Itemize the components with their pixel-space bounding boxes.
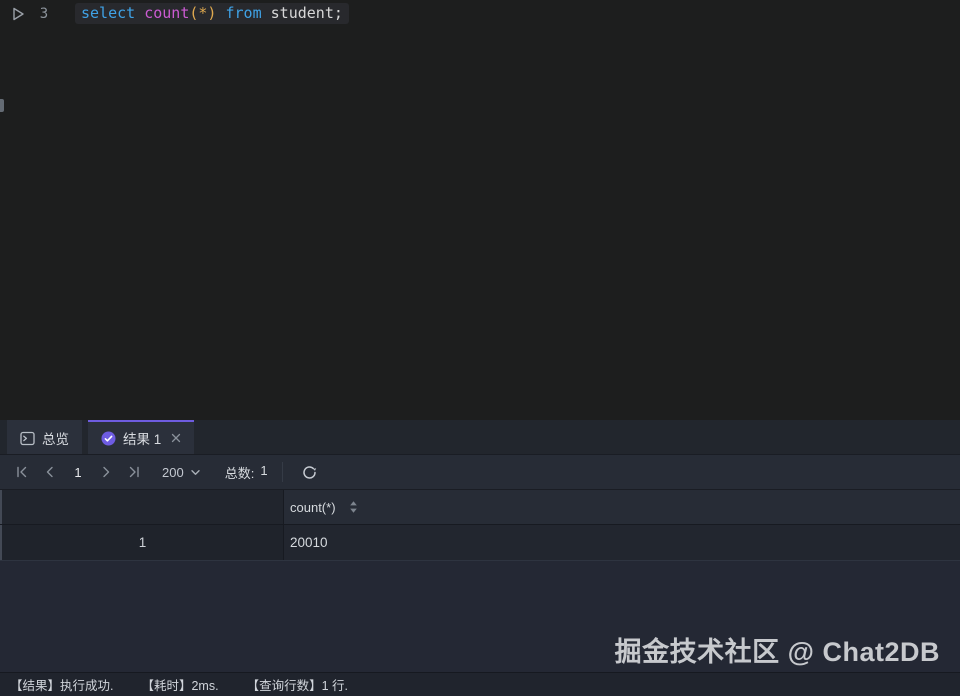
terminal-icon: [20, 431, 35, 445]
tab-result-label: 结果 1: [123, 432, 162, 447]
close-icon: [172, 433, 181, 443]
status-elapsed: 【耗时】2ms.: [141, 679, 219, 693]
last-page-icon: [129, 466, 139, 478]
column-header-count[interactable]: count(*): [284, 490, 960, 524]
results-tabbar: 总览 结果 1: [0, 420, 960, 455]
grid-header-row: count(*): [0, 490, 960, 525]
watermark: 掘金技术社区 @ Chat2DB: [614, 637, 940, 667]
sql-code[interactable]: select count(*) from student;: [75, 3, 349, 24]
chevron-down-icon: [191, 469, 200, 475]
close-tab-button[interactable]: [171, 433, 181, 443]
total-value: 1: [260, 462, 268, 478]
page-size-value: 200: [162, 464, 184, 480]
sidebar-drag-handle[interactable]: [0, 99, 4, 112]
refresh-button[interactable]: [297, 460, 323, 484]
play-icon: [13, 7, 24, 20]
chat2db-window: 3 select count(*) from student; 总览 结果 1: [0, 0, 960, 696]
row-number-header-cell: [0, 490, 284, 524]
sort-button[interactable]: [349, 500, 358, 514]
row-number-cell: 1: [0, 525, 284, 560]
current-page-indicator[interactable]: 1: [64, 465, 92, 480]
last-page-button[interactable]: [120, 460, 148, 484]
tab-overview[interactable]: 总览: [7, 420, 82, 454]
column-header-label: count(*): [290, 499, 336, 515]
prev-page-button[interactable]: [36, 460, 64, 484]
next-page-button[interactable]: [92, 460, 120, 484]
count-value-cell[interactable]: 20010: [284, 525, 960, 560]
editor-line: 3 select count(*) from student;: [0, 0, 960, 24]
refresh-icon: [303, 465, 317, 479]
total-label: 总数:: [224, 465, 255, 481]
sql-editor[interactable]: 3 select count(*) from student;: [0, 0, 960, 420]
line-number: 3: [39, 5, 49, 22]
tab-overview-label: 总览: [42, 432, 69, 447]
page-size-select[interactable]: 200: [162, 465, 201, 480]
status-row-count: 【查询行数】1 行.: [246, 679, 348, 693]
run-query-button[interactable]: [9, 5, 27, 23]
success-check-icon: [101, 431, 116, 445]
first-page-button[interactable]: [8, 460, 36, 484]
sort-carets-icon: [349, 501, 357, 513]
execution-status-bar: 【结果】执行成功. 【耗时】2ms. 【查询行数】1 行.: [0, 672, 960, 696]
table-row[interactable]: 1 20010: [0, 525, 960, 561]
first-page-icon: [17, 466, 27, 478]
status-result: 【结果】执行成功.: [10, 679, 114, 693]
chevron-right-icon: [103, 466, 110, 478]
tab-result-1[interactable]: 结果 1: [88, 420, 195, 454]
result-toolbar: 1 200 总数: 1: [0, 455, 960, 490]
toolbar-divider: [281, 462, 283, 482]
chevron-left-icon: [46, 466, 53, 478]
total-count: 总数: 1: [225, 463, 268, 482]
